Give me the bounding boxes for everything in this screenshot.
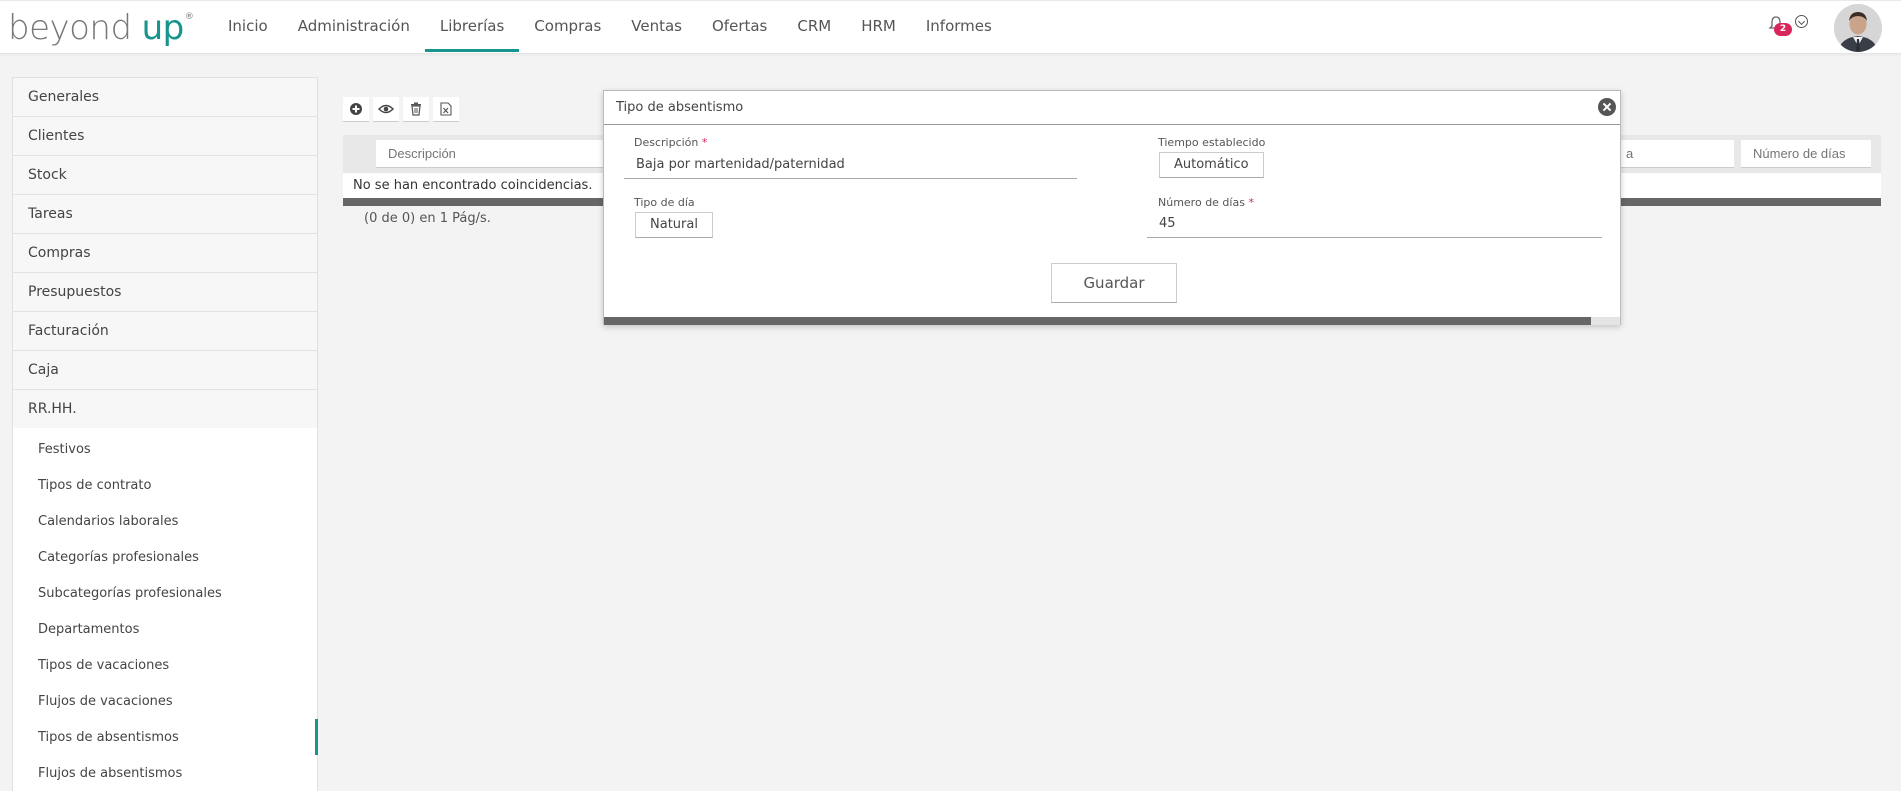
sidebar-item-caja[interactable]: Caja xyxy=(13,351,317,390)
sidebar-subitem-categorias-profesionales[interactable]: Categorías profesionales xyxy=(13,539,317,575)
sidebar-item-presupuestos[interactable]: Presupuestos xyxy=(13,273,317,312)
nav-item-crm[interactable]: CRM xyxy=(782,0,846,52)
sidebar-item-rrhh[interactable]: RR.HH. xyxy=(13,390,317,428)
add-button[interactable] xyxy=(343,97,369,122)
registered-mark: ® xyxy=(184,12,194,22)
chevron-down-icon[interactable] xyxy=(1795,15,1808,28)
required-mark: * xyxy=(701,136,708,149)
nav-item-compras[interactable]: Compras xyxy=(519,0,616,52)
view-button[interactable] xyxy=(373,97,399,122)
numero-dias-field[interactable]: 45 xyxy=(1147,210,1602,238)
numero-dias-label: Número de días * xyxy=(1158,196,1254,209)
library-sidebar: Generales Clientes Stock Tareas Compras … xyxy=(12,77,318,791)
trash-icon xyxy=(411,102,421,116)
sidebar-subitem-tipos-absentismos[interactable]: Tipos de absentismos xyxy=(13,719,318,755)
tipo-dia-toggle[interactable]: Natural xyxy=(635,212,713,238)
brand-word-up: up xyxy=(141,8,185,48)
descripcion-field[interactable]: Baja por martenidad/paternidad xyxy=(624,151,1077,179)
plus-circle-icon xyxy=(350,103,362,115)
top-bar: beyond up ® Inicio Administración Librer… xyxy=(0,0,1901,54)
sidebar-item-clientes[interactable]: Clientes xyxy=(13,117,317,156)
nav-item-hrm[interactable]: HRM xyxy=(846,0,911,52)
sidebar-item-tareas[interactable]: Tareas xyxy=(13,195,317,234)
avatar[interactable] xyxy=(1834,4,1882,52)
nav-item-ventas[interactable]: Ventas xyxy=(616,0,697,52)
dialog-scrollbar-corner xyxy=(1591,317,1620,325)
sidebar-item-facturacion[interactable]: Facturación xyxy=(13,312,317,351)
grid-toolbar xyxy=(343,97,459,122)
required-mark: * xyxy=(1248,196,1254,209)
main-nav: Inicio Administración Librerías Compras … xyxy=(213,0,1007,52)
dialog-scrollbar[interactable] xyxy=(604,317,1620,325)
nav-item-informes[interactable]: Informes xyxy=(911,0,1007,52)
descripcion-filter-input[interactable] xyxy=(376,140,616,168)
descripcion-label: Descripción * xyxy=(634,136,708,149)
sidebar-item-compras[interactable]: Compras xyxy=(13,234,317,273)
nav-item-inicio[interactable]: Inicio xyxy=(213,0,283,52)
brand-logo[interactable]: beyond up ® xyxy=(8,8,194,48)
save-button[interactable]: Guardar xyxy=(1051,263,1177,303)
sidebar-subitem-tipos-vacaciones[interactable]: Tipos de vacaciones xyxy=(13,647,317,683)
sidebar-subitem-flujos-absentismos[interactable]: Flujos de absentismos xyxy=(13,755,317,791)
nav-item-administracion[interactable]: Administración xyxy=(283,0,425,52)
avatar-image xyxy=(1834,4,1882,52)
tiempo-establecido-toggle[interactable]: Automático xyxy=(1159,152,1264,178)
sidebar-subitem-flujos-vacaciones[interactable]: Flujos de vacaciones xyxy=(13,683,317,719)
pager-text: (0 de 0) en 1 Pág/s. xyxy=(364,211,491,226)
nav-item-librerias[interactable]: Librerías xyxy=(424,0,520,52)
sidebar-subitem-subcategorias-profesionales[interactable]: Subcategorías profesionales xyxy=(13,575,317,611)
nav-item-ofertas[interactable]: Ofertas xyxy=(697,0,782,52)
eye-icon xyxy=(378,104,394,114)
sidebar-subitem-festivos[interactable]: Festivos xyxy=(13,431,317,467)
brand-word-beyond: beyond xyxy=(8,8,132,48)
tipo-dia-label: Tipo de día xyxy=(634,196,695,209)
excel-file-icon xyxy=(440,102,452,116)
sidebar-item-generales[interactable]: Generales xyxy=(13,78,317,117)
absentismo-dialog: Tipo de absentismo Descripción * Baja po… xyxy=(603,90,1621,325)
sidebar-subitem-tipos-contrato[interactable]: Tipos de contrato xyxy=(13,467,317,503)
numero-dias-filter-input[interactable] xyxy=(1741,140,1871,168)
delete-button[interactable] xyxy=(403,97,429,122)
column-filter-input[interactable] xyxy=(1614,140,1734,168)
close-icon[interactable] xyxy=(1598,98,1616,116)
sidebar-subitem-calendarios-laborales[interactable]: Calendarios laborales xyxy=(13,503,317,539)
notification-badge[interactable]: 2 xyxy=(1774,23,1792,36)
tiempo-establecido-label: Tiempo establecido xyxy=(1158,136,1266,149)
sidebar-item-stock[interactable]: Stock xyxy=(13,156,317,195)
export-excel-button[interactable] xyxy=(433,97,459,122)
dialog-title: Tipo de absentismo xyxy=(604,91,1620,125)
sidebar-subitem-departamentos[interactable]: Departamentos xyxy=(13,611,317,647)
